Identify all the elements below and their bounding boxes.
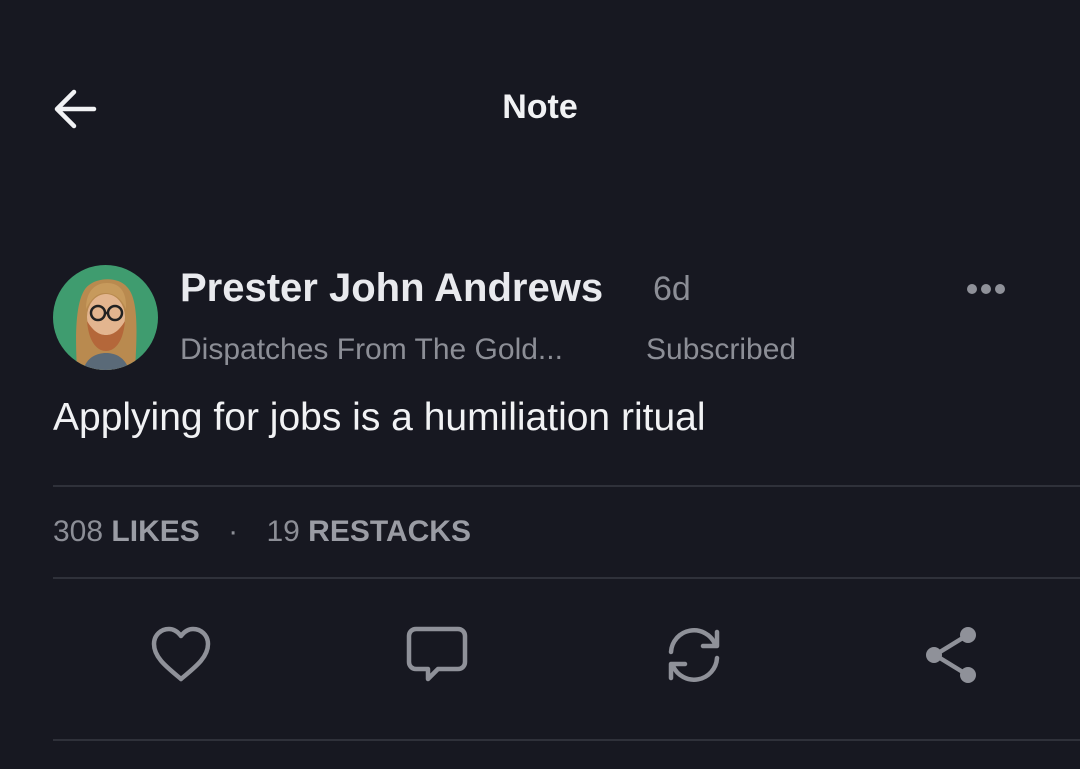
restack-button[interactable] xyxy=(661,622,727,688)
publication-name[interactable]: Dispatches From The Gold... xyxy=(180,333,563,367)
subscription-status[interactable]: Subscribed xyxy=(646,333,796,367)
note-text: Applying for jobs is a humiliation ritua… xyxy=(53,396,706,439)
share-button[interactable] xyxy=(918,622,984,688)
share-icon xyxy=(926,627,976,683)
divider xyxy=(53,485,1080,487)
more-button[interactable] xyxy=(965,280,1007,298)
more-horizontal-icon xyxy=(967,284,1005,294)
page-title: Note xyxy=(502,88,578,126)
avatar[interactable] xyxy=(53,265,158,370)
restacks-count: 19 xyxy=(266,515,300,548)
likes-label[interactable]: LIKES xyxy=(111,515,199,548)
post-age: 6d xyxy=(653,270,691,308)
comment-button[interactable] xyxy=(404,622,470,688)
like-button[interactable] xyxy=(148,622,214,688)
author-name[interactable]: Prester John Andrews xyxy=(180,266,603,311)
engagement-stats: 308 LIKES · 19 RESTACKS xyxy=(53,515,471,549)
heart-icon xyxy=(151,626,211,682)
divider xyxy=(53,739,1080,741)
restacks-label[interactable]: RESTACKS xyxy=(308,515,471,548)
stats-separator: · xyxy=(228,515,239,548)
likes-count: 308 xyxy=(53,515,104,548)
restack-icon xyxy=(668,628,720,682)
comment-icon xyxy=(406,626,468,682)
divider xyxy=(53,577,1080,579)
